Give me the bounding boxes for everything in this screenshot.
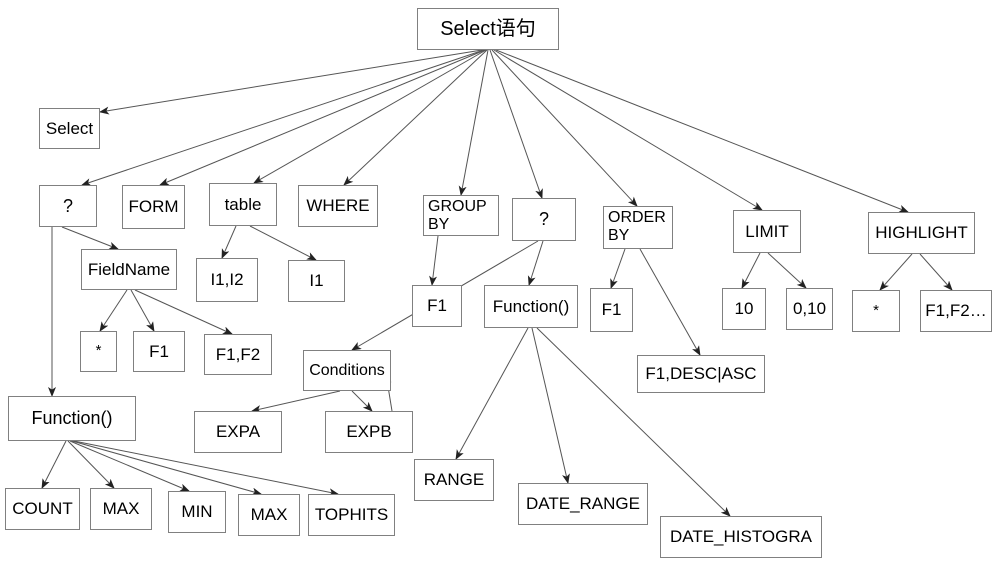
edge-root-to-highlight (495, 49, 909, 213)
node-i1: I1 (288, 260, 345, 302)
edge-root-to-table (253, 49, 487, 184)
edge-group (41, 49, 953, 517)
edge-root-to-form (159, 49, 486, 186)
node-where: WHERE (298, 185, 378, 227)
edge-table-to-i1i2 (221, 225, 237, 259)
node-orderby: ORDER BY (603, 206, 673, 249)
node-f1_field: F1 (133, 331, 185, 372)
edge-qmark2-to-functionc (527, 240, 544, 286)
node-functionc: Function() (484, 285, 578, 328)
node-qmark1: ? (39, 185, 97, 227)
edge-highlight-to-star_hl (879, 253, 913, 291)
node-f1_group: F1 (412, 285, 462, 327)
node-conditions: Conditions (303, 350, 391, 391)
node-expa: EXPA (194, 411, 282, 453)
edge-fieldname-to-star_fn (99, 289, 128, 332)
edge-orderby-to-f1descasc (639, 248, 701, 356)
node-f1descasc: F1,DESC|ASC (637, 355, 765, 393)
node-highlight: HIGHLIGHT (868, 212, 975, 254)
edge-function_bl-to-max1 (67, 440, 115, 489)
node-max1: MAX (90, 488, 152, 530)
edge-qmark1-to-fieldname (61, 226, 119, 250)
node-count: COUNT (5, 488, 80, 530)
node-datehist: DATE_HISTOGRA (660, 516, 822, 558)
edge-root-to-where (343, 49, 488, 186)
edge-groupby-to-f1_group (429, 235, 439, 286)
edge-functionc-to-range (455, 327, 529, 460)
edge-orderby-to-f1_order (610, 248, 626, 289)
edge-limit-to-zeroten (767, 252, 807, 289)
node-table: table (209, 183, 277, 226)
edge-conditions-to-expb (351, 390, 373, 412)
node-min: MIN (168, 491, 226, 533)
node-star_hl: * (852, 290, 900, 332)
node-daterange: DATE_RANGE (518, 483, 648, 525)
node-zeroten: 0,10 (786, 288, 833, 330)
edge-highlight-to-f1f2dots (919, 253, 953, 291)
edge-fieldname-to-f1_field (130, 289, 155, 332)
edge-table-to-i1 (249, 225, 317, 261)
node-f1f2: F1,F2 (204, 334, 272, 375)
node-f1_order: F1 (590, 288, 633, 332)
node-expb: EXPB (325, 411, 413, 453)
node-max2: MAX (238, 494, 300, 536)
node-range: RANGE (414, 459, 494, 501)
diagram-canvas: Select语句 Select? FORM table WHERE GROUP BY? OR… (0, 0, 1000, 567)
edge-root-to-groupby (458, 49, 489, 196)
edge-root-to-qmark2 (489, 49, 543, 199)
edge-root-to-select (99, 49, 483, 115)
node-function_bl: Function() (8, 396, 136, 441)
node-limit: LIMIT (733, 210, 801, 253)
node-star_fn: * (80, 331, 117, 372)
edge-limit-to-ten (741, 252, 761, 289)
node-tophits: TOPHITS (308, 494, 395, 536)
edge-root-to-qmark1 (81, 49, 485, 186)
edge-functionc-to-daterange (531, 327, 570, 484)
node-i1i2: I1,I2 (196, 258, 258, 302)
node-select: Select (39, 108, 100, 149)
node-ten: 10 (722, 288, 766, 330)
edge-function_bl-to-count (41, 440, 67, 489)
edge-function_bl-to-min (69, 440, 190, 492)
node-form: FORM (122, 185, 185, 229)
node-qmark2: ? (512, 198, 576, 241)
node-fieldname: FieldName (81, 249, 177, 290)
node-f1f2dots: F1,F2… (920, 290, 992, 332)
edge-root-to-limit (493, 49, 763, 211)
edge-root-to-orderby (491, 49, 638, 207)
edge-conditions-to-expa (251, 390, 341, 413)
node-root: Select语句 (417, 8, 559, 50)
node-groupby: GROUP BY (423, 195, 499, 236)
